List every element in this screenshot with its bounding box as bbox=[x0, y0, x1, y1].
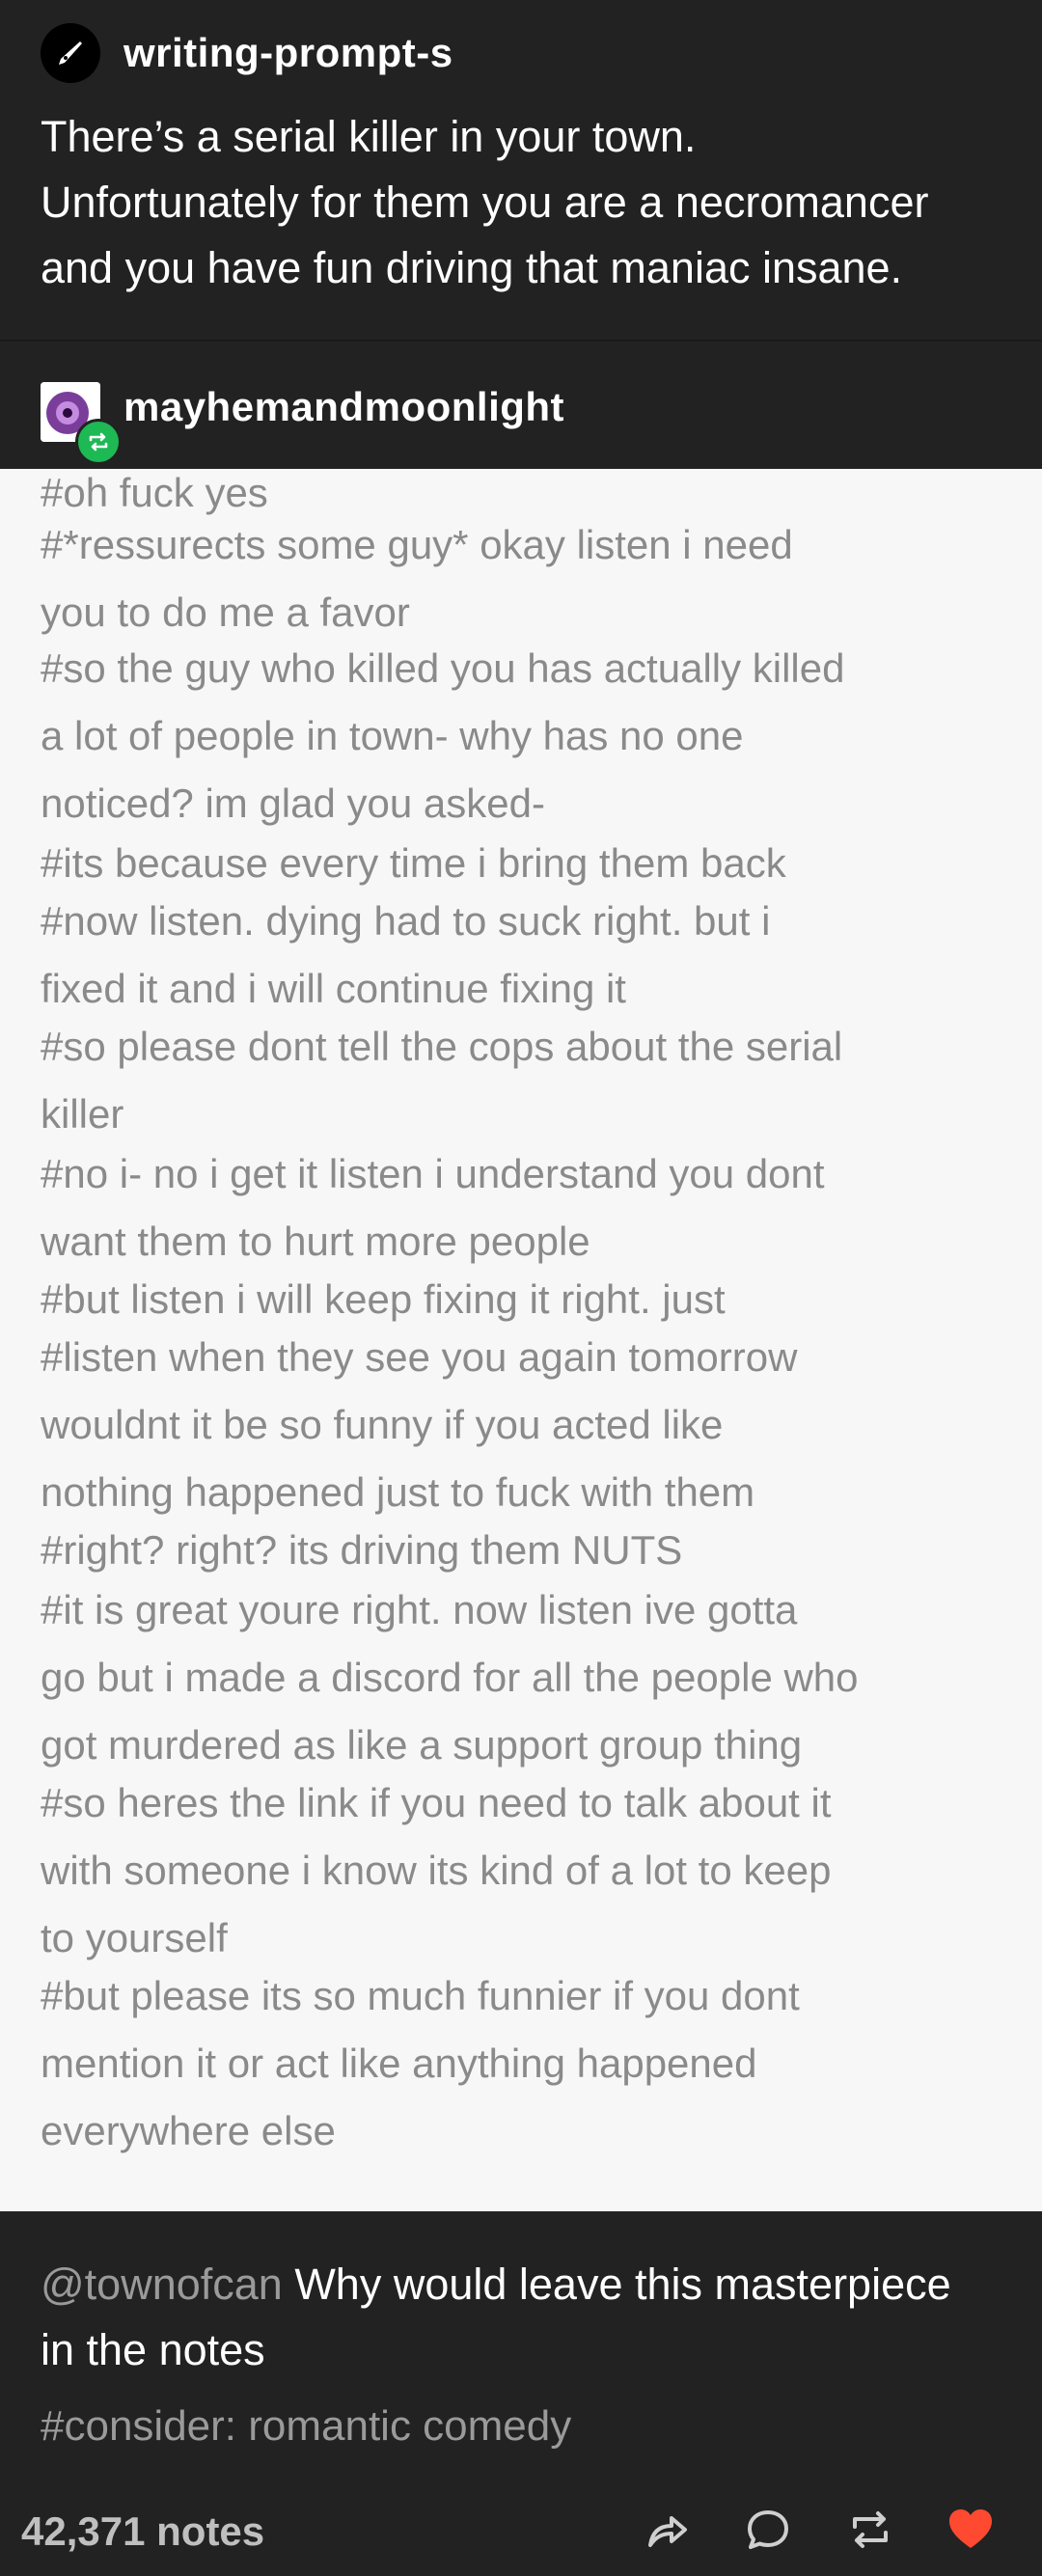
tag-line[interactable]: #it is great youre right. now listen ive… bbox=[41, 1586, 797, 1634]
op-text-line: and you have fun driving that maniac ins… bbox=[41, 243, 903, 292]
tag-line[interactable]: fixed it and i will continue fixing it bbox=[41, 965, 626, 1013]
note-tag[interactable]: #consider: romantic comedy bbox=[41, 2402, 571, 2451]
tag-line[interactable]: to yourself bbox=[41, 1914, 228, 1962]
reply-icon[interactable] bbox=[739, 2501, 797, 2559]
tag-line[interactable]: #now listen. dying had to suck right. bu… bbox=[41, 897, 770, 945]
tag-line[interactable]: #but please its so much funnier if you d… bbox=[41, 1972, 800, 2020]
note-text: Why would leave this masterpiece bbox=[282, 2260, 951, 2309]
op-text-line: There’s a serial killer in your town. bbox=[41, 112, 697, 161]
tag-line[interactable]: #its because every time i bring them bac… bbox=[41, 839, 786, 888]
post-footer: 42,371 notes bbox=[0, 2495, 1042, 2576]
tag-line[interactable]: #but listen i will keep fixing it right.… bbox=[41, 1275, 726, 1324]
tumblr-post: writing-prompt-s There’s a serial killer… bbox=[0, 0, 1042, 2576]
tag-line[interactable]: a lot of people in town- why has no one bbox=[41, 712, 743, 760]
note-text: in the notes bbox=[41, 2325, 265, 2374]
tag-line[interactable]: noticed? im glad you asked- bbox=[41, 780, 545, 828]
tag-line[interactable]: go but i made a discord for all the peop… bbox=[41, 1654, 859, 1702]
reblog-icon[interactable] bbox=[841, 2501, 899, 2559]
like-heart-icon[interactable] bbox=[942, 2501, 1000, 2559]
original-post: writing-prompt-s There’s a serial killer… bbox=[0, 0, 1042, 340]
tags-panel: #oh fuck yes #*ressurects some guy* okay… bbox=[0, 469, 1042, 2211]
tag-line[interactable]: nothing happened just to fuck with them bbox=[41, 1468, 754, 1517]
tag-line[interactable]: #so the guy who killed you has actually … bbox=[41, 644, 844, 693]
op-text: There’s a serial killer in your town. Un… bbox=[41, 104, 1005, 301]
mention-link[interactable]: @townofcan bbox=[41, 2260, 283, 2309]
tag-line[interactable]: #no i- no i get it listen i understand y… bbox=[41, 1150, 825, 1198]
tag-line[interactable]: #oh fuck yes bbox=[41, 469, 268, 517]
tag-line[interactable]: #so please dont tell the cops about the … bbox=[41, 1023, 842, 1071]
tag-line[interactable]: with someone i know its kind of a lot to… bbox=[41, 1847, 831, 1895]
tag-line[interactable]: want them to hurt more people bbox=[41, 1218, 590, 1266]
op-header: writing-prompt-s bbox=[41, 21, 453, 85]
tag-line[interactable]: #listen when they see you again tomorrow bbox=[41, 1333, 797, 1382]
share-icon[interactable] bbox=[637, 2501, 695, 2559]
notes-count[interactable]: 42,371 notes bbox=[21, 2508, 264, 2555]
reblog-username[interactable]: mayhemandmoonlight bbox=[123, 384, 564, 430]
tag-line[interactable]: #*ressurects some guy* okay listen i nee… bbox=[41, 521, 793, 569]
tag-line[interactable]: #so heres the link if you need to talk a… bbox=[41, 1779, 832, 1827]
reblog-icon bbox=[75, 419, 122, 465]
tag-line[interactable]: everywhere else bbox=[41, 2107, 336, 2155]
tag-line[interactable]: got murdered as like a support group thi… bbox=[41, 1721, 802, 1769]
reblog-header: mayhemandmoonlight bbox=[0, 342, 1042, 469]
tag-line[interactable]: killer bbox=[41, 1090, 123, 1138]
tag-line[interactable]: wouldnt it be so funny if you acted like bbox=[41, 1401, 723, 1449]
tag-line[interactable]: mention it or act like anything happened bbox=[41, 2040, 757, 2088]
pen-nib-icon[interactable] bbox=[41, 23, 100, 83]
tag-line[interactable]: you to do me a favor bbox=[41, 589, 410, 637]
op-text-line: Unfortunately for them you are a necroma… bbox=[41, 178, 929, 227]
op-username[interactable]: writing-prompt-s bbox=[123, 30, 453, 76]
tag-line[interactable]: #right? right? its driving them NUTS bbox=[41, 1526, 682, 1575]
note-comment: @townofcan Why would leave this masterpi… bbox=[41, 2252, 1005, 2383]
